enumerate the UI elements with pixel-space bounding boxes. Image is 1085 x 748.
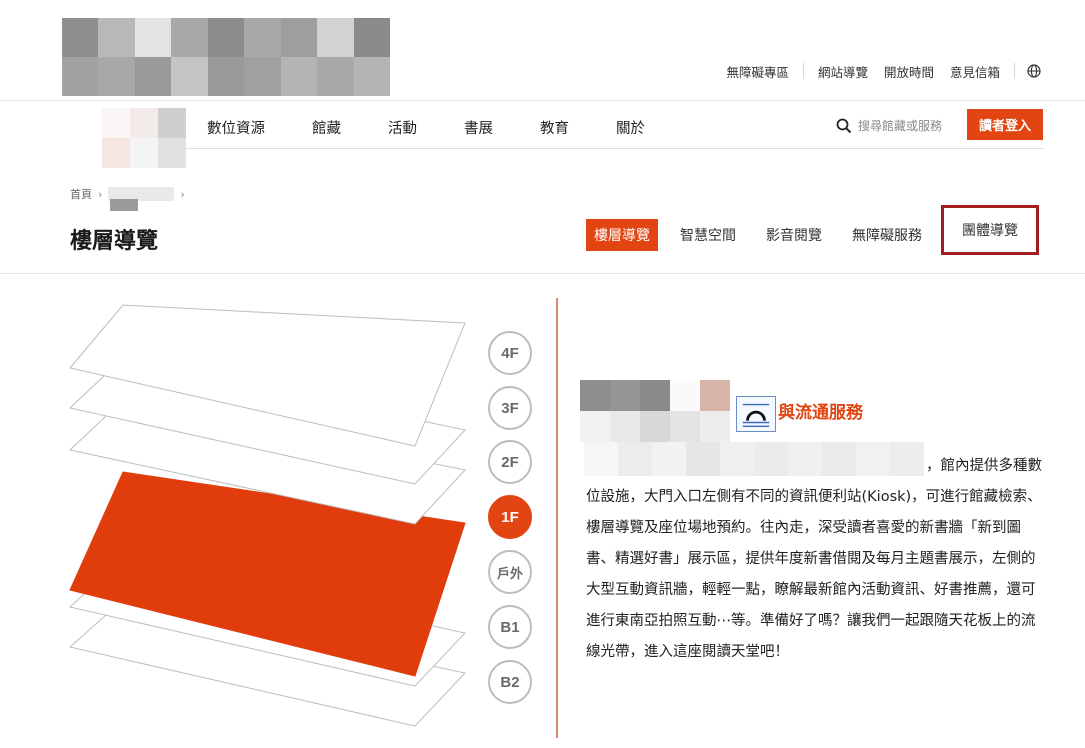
search-icon[interactable] bbox=[836, 118, 852, 134]
paragraph-first-line-tail: ，館內提供多種數 bbox=[926, 458, 1042, 474]
content-divider bbox=[0, 273, 1085, 274]
main-nav: 數位資源 館藏 活動 書展 教育 關於 bbox=[207, 117, 692, 138]
library-logo[interactable] bbox=[62, 18, 390, 96]
header-divider bbox=[0, 100, 1085, 101]
nav-education[interactable]: 教育 bbox=[540, 117, 569, 138]
floor-button-1f[interactable]: 1F bbox=[488, 495, 532, 539]
chevron-right-icon: › bbox=[180, 187, 185, 201]
login-button[interactable]: 讀者登入 bbox=[967, 109, 1043, 140]
tab-floor-guide[interactable]: 樓層導覽 bbox=[586, 219, 658, 251]
floor-button-outdoor[interactable]: 戶外 bbox=[488, 550, 532, 594]
breadcrumb-home[interactable]: 首頁 bbox=[70, 186, 92, 202]
section-title-redacted bbox=[580, 380, 730, 442]
tab-smart-space[interactable]: 智慧空間 bbox=[672, 219, 744, 251]
sitemap-link[interactable]: 網站導覽 bbox=[810, 62, 876, 81]
divider bbox=[802, 63, 804, 79]
nav-divider bbox=[186, 148, 1044, 149]
tab-audiovisual[interactable]: 影音閱覽 bbox=[758, 219, 830, 251]
floor-button-b1[interactable]: B1 bbox=[488, 605, 532, 649]
nav-collections[interactable]: 館藏 bbox=[312, 117, 341, 138]
breadcrumb-redacted bbox=[110, 199, 138, 211]
nav-events[interactable]: 活動 bbox=[388, 117, 417, 138]
utility-links: 無障礙專區 網站導覽 開放時間 意見信箱 bbox=[718, 62, 1041, 80]
floor-button-4f[interactable]: 4F bbox=[488, 331, 532, 375]
nav-about[interactable]: 關於 bbox=[616, 117, 645, 138]
accessibility-link[interactable]: 無障礙專區 bbox=[718, 62, 797, 81]
paragraph-body: 位設施，大門入口左側有不同的資訊便利站(Kiosk)，可進行館藏檢索、樓層導覽及… bbox=[586, 489, 1042, 660]
floor-button-b2[interactable]: B2 bbox=[488, 660, 532, 704]
nav-digital-resources[interactable]: 數位資源 bbox=[207, 117, 265, 138]
section-tabs: 樓層導覽 智慧空間 影音閱覽 無障礙服務 團體導覽 bbox=[586, 205, 1039, 255]
globe-icon[interactable] bbox=[1027, 64, 1041, 78]
feedback-link[interactable]: 意見信箱 bbox=[942, 62, 1008, 81]
nav-exhibitions[interactable]: 書展 bbox=[464, 117, 493, 138]
search-box[interactable]: 搜尋館藏或服務 bbox=[836, 117, 942, 134]
floor-button-2f[interactable]: 2F bbox=[488, 440, 532, 484]
opening-hours-link[interactable]: 開放時間 bbox=[876, 62, 942, 81]
page-title: 樓層導覽 bbox=[70, 229, 159, 254]
section-title: 與流通服務 bbox=[778, 403, 863, 423]
divider bbox=[1014, 63, 1015, 79]
search-placeholder[interactable]: 搜尋館藏或服務 bbox=[858, 117, 942, 134]
chevron-right-icon: › bbox=[98, 187, 103, 201]
floor-button-3f[interactable]: 3F bbox=[488, 386, 532, 430]
document-icon bbox=[736, 396, 776, 432]
tab-accessibility-service[interactable]: 無障礙服務 bbox=[844, 219, 930, 251]
library-logo-small[interactable] bbox=[102, 108, 186, 168]
tab-group-tour[interactable]: 團體導覽 bbox=[941, 205, 1039, 255]
section-paragraph: ，館內提供多種數位設施，大門入口左側有不同的資訊便利站(Kiosk)，可進行館藏… bbox=[586, 451, 1048, 668]
floor-stack-diagram bbox=[68, 304, 466, 727]
content-separator bbox=[556, 298, 558, 738]
